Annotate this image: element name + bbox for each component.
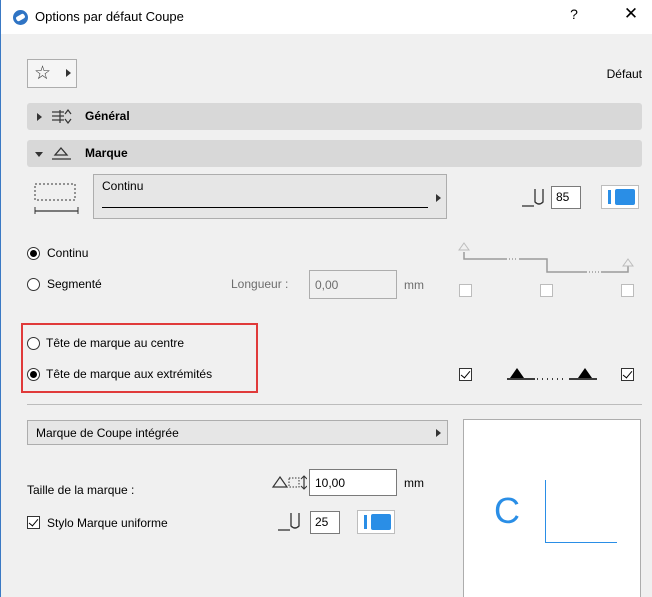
marker-ends-diagram [507, 368, 597, 380]
marker-type-label: Marque de Coupe intégrée [36, 426, 179, 440]
star-icon: ☆ [34, 63, 52, 84]
marker-size-unit: mm [404, 476, 424, 490]
radio-marker-center[interactable] [27, 337, 40, 350]
preview-vertical-line [545, 480, 546, 542]
title-bar: Options par défaut Coupe ? ✕ [1, 0, 652, 34]
radio-marker-center-label: Tête de marque au centre [46, 336, 185, 350]
uniform-pen-number-field[interactable]: 25 [310, 511, 340, 534]
marker-preview: C [463, 419, 641, 597]
marker-size-input[interactable]: 10,00 [309, 469, 397, 496]
uniform-pen-color-button[interactable] [357, 510, 395, 534]
pen-icon [522, 189, 544, 207]
radio-segmented-label: Segmenté [47, 277, 102, 291]
section-line-icon [34, 183, 79, 214]
section-header-marker[interactable]: Marque [27, 140, 642, 167]
chevron-right-icon [436, 429, 441, 437]
line-type-preview [102, 207, 428, 208]
length-unit-label: mm [404, 278, 424, 292]
line-pen-color-button[interactable] [601, 185, 639, 209]
pen-color-bar [364, 515, 367, 529]
help-button[interactable]: ? [567, 6, 581, 26]
line-pen-number-field[interactable]: 85 [551, 186, 581, 209]
marker-left-end-checkbox[interactable] [459, 368, 472, 381]
radio-marker-ends-label: Tête de marque aux extrémités [46, 367, 213, 381]
app-logo-icon [13, 10, 28, 25]
general-settings-icon [52, 109, 72, 124]
section-title-general: Général [85, 109, 130, 123]
chevron-right-icon [436, 194, 441, 202]
section-marker-icon [52, 147, 71, 160]
segment-middle-checkbox[interactable] [540, 284, 553, 297]
segment-diagram [458, 242, 634, 273]
segment-end-checkbox[interactable] [621, 284, 634, 297]
section-header-general[interactable]: Général [27, 103, 642, 130]
section-title-marker: Marque [85, 146, 128, 160]
dialog-window: Options par défaut Coupe ? ✕ ☆ Défaut Gé… [0, 0, 652, 597]
preview-letter: C [494, 490, 520, 531]
radio-solid[interactable] [27, 247, 40, 260]
highlight-box [21, 323, 258, 393]
line-type-select[interactable]: Continu [93, 174, 447, 219]
uniform-pen-checkbox[interactable] [27, 516, 40, 529]
radio-segmented[interactable] [27, 278, 40, 291]
window-title: Options par défaut Coupe [35, 9, 184, 24]
radio-solid-label: Continu [47, 246, 89, 260]
expand-arrow-icon [37, 113, 42, 121]
marker-size-label: Taille de la marque : [27, 483, 135, 497]
pen-icon [278, 513, 300, 531]
marker-type-select[interactable]: Marque de Coupe intégrée [27, 420, 448, 445]
favorites-button[interactable]: ☆ [27, 59, 77, 88]
collapse-arrow-icon [35, 152, 43, 157]
close-button[interactable]: ✕ [621, 4, 641, 26]
default-label: Défaut [606, 67, 642, 81]
divider [27, 404, 642, 405]
length-input[interactable]: 0,00 [309, 270, 397, 299]
marker-right-end-checkbox[interactable] [621, 368, 634, 381]
length-label: Longueur : [231, 277, 289, 291]
segment-start-checkbox[interactable] [459, 284, 472, 297]
line-type-label: Continu [102, 179, 144, 193]
radio-marker-ends[interactable] [27, 368, 40, 381]
uniform-pen-label: Stylo Marque uniforme [47, 516, 168, 530]
pen-color-bar [608, 190, 611, 204]
chevron-right-icon [66, 69, 71, 77]
pen-color-fill [615, 189, 635, 205]
marker-size-icon [271, 475, 307, 490]
preview-horizontal-line [545, 542, 617, 543]
pen-color-fill [371, 514, 391, 530]
